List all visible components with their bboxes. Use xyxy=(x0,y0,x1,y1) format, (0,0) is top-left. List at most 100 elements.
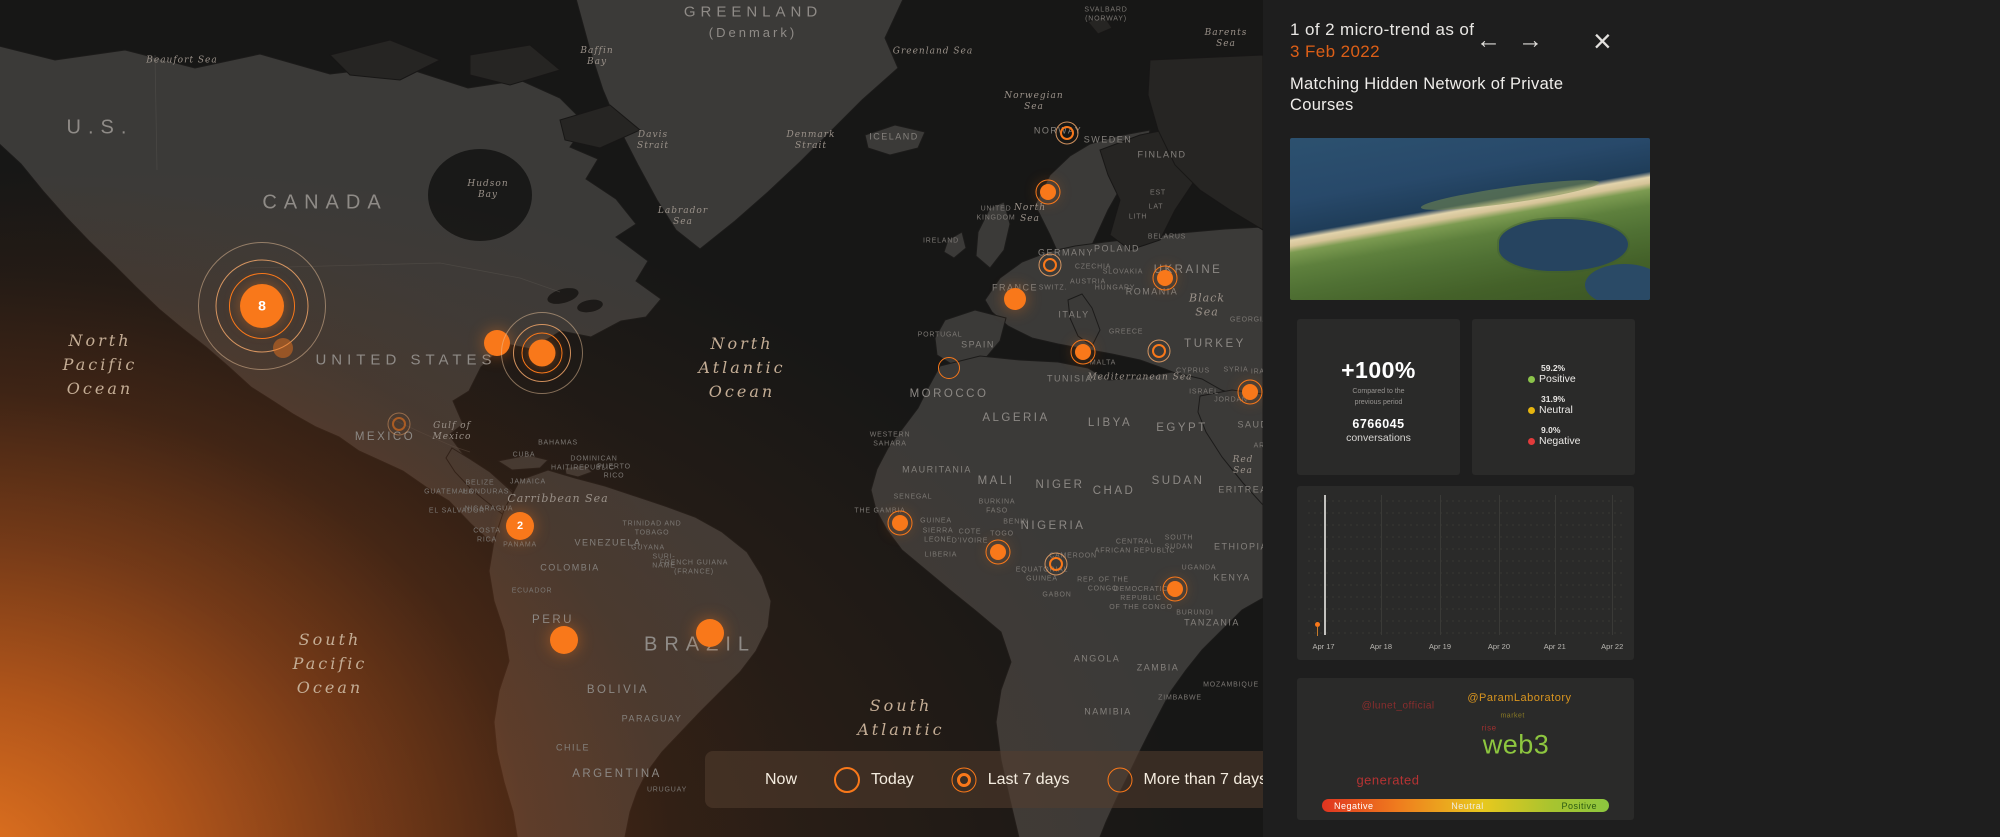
map-label: SPAIN xyxy=(961,339,995,350)
marker-circle xyxy=(1152,265,1178,291)
legend-item-label: Now xyxy=(765,770,798,788)
marker-count-label: 2 xyxy=(516,519,524,532)
map-label: Labrador Sea xyxy=(657,205,709,227)
map-label: PANAMA xyxy=(503,541,537,549)
chart-x-tick: Apr 17 xyxy=(1312,642,1335,651)
map-label: UNITED STATES xyxy=(315,351,497,369)
map-label: North Atlantic Ocean xyxy=(698,334,786,401)
sentiment-dot-icon xyxy=(1528,437,1535,445)
map-label: TOGO xyxy=(990,530,1014,538)
marker-circle xyxy=(1044,552,1068,576)
chart-x-tick: Apr 18 xyxy=(1369,642,1393,651)
map-label: LITH xyxy=(1128,213,1148,221)
map-label: CYPRUS xyxy=(1176,367,1210,375)
map-label: South Pacific Ocean xyxy=(292,630,368,697)
chart-gridline xyxy=(1380,495,1382,635)
close-icon[interactable]: × xyxy=(1593,25,1612,57)
map-label: CENTRAL AFRICAN REPUBLIC xyxy=(1094,538,1176,554)
marker-circle xyxy=(550,626,578,654)
marker-circle xyxy=(1107,767,1133,792)
chart-gridline xyxy=(1498,495,1500,635)
chart-x-tick: Apr 21 xyxy=(1543,642,1566,651)
marker-circle xyxy=(1035,179,1061,205)
map-label: SIERRA LEONE xyxy=(922,527,954,543)
map-label: WESTERN SAHARA xyxy=(869,431,911,447)
chart-data-point xyxy=(1314,622,1320,636)
wordcloud-word: generated xyxy=(1356,772,1420,788)
map-label: Barents Sea xyxy=(1204,27,1248,49)
map-label: KENYA xyxy=(1213,572,1251,583)
map-label: PERU xyxy=(532,613,574,626)
map-label: PUERTO RICO xyxy=(597,463,631,479)
map-label: SLOVAKIA xyxy=(1102,268,1144,276)
previous-trend-arrow-icon[interactable]: ← xyxy=(1476,28,1501,53)
scale-neutral-label: Neutral xyxy=(1451,800,1484,811)
map-label: MAURITANIA xyxy=(902,464,972,475)
marker-circle xyxy=(834,766,861,793)
map-label: SUDAN xyxy=(1151,474,1205,487)
map-label: Beaufort Sea xyxy=(146,55,218,66)
conversation-count: 6766045 xyxy=(1352,417,1405,431)
marker-circle xyxy=(887,510,913,536)
map-label: EST xyxy=(1149,189,1167,197)
photo-pond xyxy=(1498,219,1629,271)
map-label: SWITZ. xyxy=(1038,284,1068,292)
panel-header-date: 3 Feb 2022 xyxy=(1290,42,1381,61)
world-map[interactable]: GREENLAND (Denmark) SVALBARD (NORWAY) U.S. C… xyxy=(0,0,1263,837)
marker-circle xyxy=(728,767,754,793)
map-label: SENEGAL xyxy=(893,493,933,501)
marker-circle xyxy=(985,539,1011,565)
map-label: SYRIA xyxy=(1223,366,1249,374)
map-label: TRINIDAD AND TOBAGO xyxy=(622,520,682,536)
sentiment-label: Neutral xyxy=(1539,404,1573,416)
map-label: MALTA xyxy=(1089,359,1117,367)
map-label: NIGER xyxy=(1035,478,1085,491)
map-label: UNITED KINGDOM xyxy=(976,205,1016,221)
marker-circle xyxy=(938,357,960,379)
map-label: COTE D'IVOIRE xyxy=(951,528,989,544)
marker-count-label: 8 xyxy=(258,297,266,314)
map-label: ICELAND xyxy=(869,131,919,142)
map-label: EGYPT xyxy=(1156,421,1208,434)
map-label: Baffin Bay xyxy=(580,45,614,67)
sentiment-dot-icon xyxy=(1528,406,1535,414)
map-label: GREENLAND xyxy=(683,3,823,21)
map-label: TUNISIA xyxy=(1046,373,1094,384)
change-percentage: +100% xyxy=(1341,357,1416,383)
marker-circle xyxy=(1237,379,1263,405)
wordcloud-word: web3 xyxy=(1482,729,1550,760)
map-label: GUYANA xyxy=(631,544,665,552)
sentiment-row-positive: 59.2% Positive xyxy=(1528,363,1580,385)
sentiment-label-line: Neutral xyxy=(1528,404,1580,416)
sentiment-percentage: 9.0% xyxy=(1541,425,1561,435)
marker-circle xyxy=(501,312,583,394)
next-trend-arrow-icon[interactable]: → xyxy=(1518,28,1543,53)
timeline-chart-card: Apr 17 Apr 18 Apr 19 Apr 20 Apr 21 Apr 22 xyxy=(1297,486,1634,660)
marker-circle xyxy=(273,338,293,358)
map-label: SWEDEN xyxy=(1083,134,1133,145)
timeline-chart-plot: Apr 17 Apr 18 Apr 19 Apr 20 Apr 21 Apr 22 xyxy=(1306,495,1625,651)
trend-photo-golf-course xyxy=(1290,138,1650,300)
map-label: NICARAGUA xyxy=(464,505,514,513)
marker-circle xyxy=(1162,576,1188,602)
marker-circle xyxy=(387,412,411,436)
map-label: SVALBARD (NORWAY) xyxy=(1084,6,1128,22)
map-label: TANZANIA xyxy=(1184,617,1240,628)
sentiment-percentage: 59.2% xyxy=(1541,363,1566,373)
map-label: GUINEA xyxy=(920,517,952,525)
marker-circle xyxy=(696,619,724,647)
map-label: POLAND xyxy=(1093,243,1141,254)
wordcloud-word: @ParamLaboratory xyxy=(1467,691,1572,704)
map-label: BAHAMAS xyxy=(538,439,578,447)
map-label: SAUDI xyxy=(1237,419,1263,430)
change-subtitle: Compared to the previous period xyxy=(1352,388,1405,406)
map-label: Greenland Sea xyxy=(892,46,974,57)
map-label: U.S. xyxy=(66,116,134,139)
legend-item-label: Last 7 days xyxy=(987,770,1070,788)
map-label: CUBA xyxy=(512,451,536,459)
map-label: LIBYA xyxy=(1087,416,1133,429)
map-label: CHILE xyxy=(555,742,591,753)
map-label: NAMIBIA xyxy=(1084,706,1132,717)
sentiment-rows: 59.2% Positive 31.9% Neutral 9.0% Negative xyxy=(1528,363,1580,456)
map-label: ECUADOR xyxy=(511,587,553,595)
